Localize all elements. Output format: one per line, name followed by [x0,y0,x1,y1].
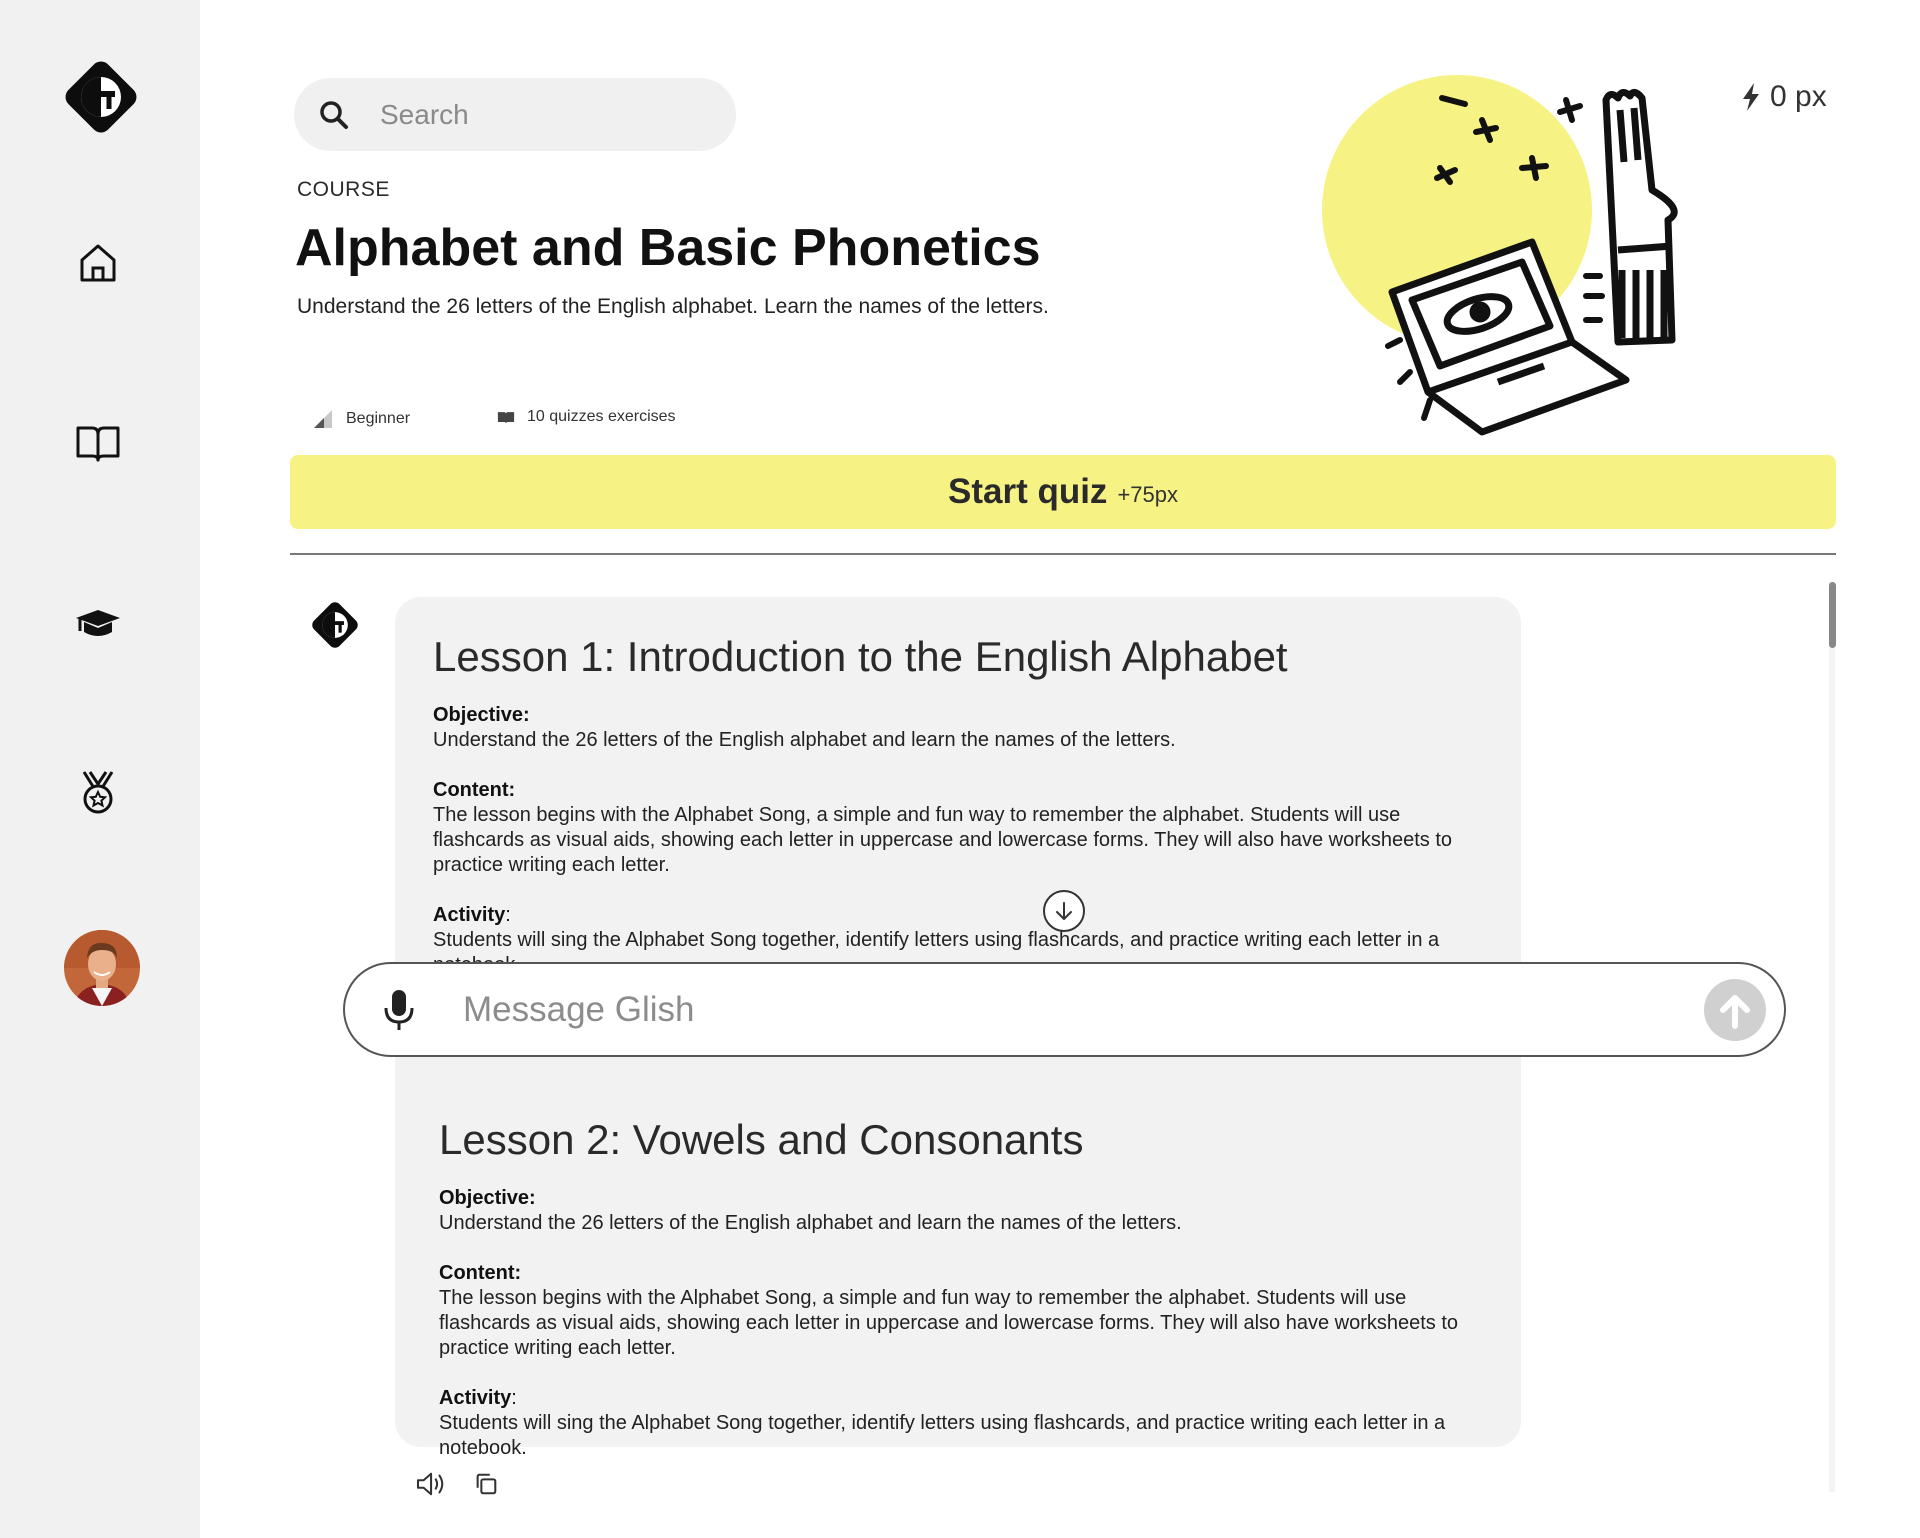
read-aloud-button[interactable] [412,1466,452,1502]
page-title: Alphabet and Basic Phonetics [295,219,1041,277]
xp-value: 0 px [1770,80,1827,113]
avatar[interactable] [64,930,140,1006]
microphone-icon[interactable] [379,988,419,1032]
exercises-text: 10 quizzes exercises [527,408,676,425]
copy-icon [476,1473,497,1495]
arrow-up-icon [1720,995,1750,1029]
activity-label-text: Activity [439,1387,512,1409]
content-label: Content: [433,779,516,801]
objective-label: Objective: [439,1187,536,1209]
scrollbar-track [1829,582,1835,1492]
activity-text: Students will sing the Alphabet Song tog… [439,1412,1446,1459]
arrow-down-icon [1056,902,1072,920]
scroll-down-button[interactable] [1043,890,1085,932]
user-avatar-image [64,930,140,1006]
search-bar[interactable] [294,78,736,151]
course-description: Understand the 26 letters of the English… [297,295,1049,318]
sidebar-item-achievements[interactable] [68,762,128,822]
home-icon [80,244,116,282]
content-label: Content: [439,1262,522,1284]
glish-logo-icon [312,602,358,648]
signal-level-icon [314,410,332,428]
start-quiz-button[interactable]: Start quiz +75px [290,455,1836,529]
laptop-illustration [1322,75,1678,436]
content-text: The lesson begins with the Alphabet Song… [439,1287,1459,1359]
graduation-cap-icon [76,610,120,636]
level-text: Beginner [346,410,411,427]
content-text: The lesson begins with the Alphabet Song… [433,804,1453,876]
level-badge: Beginner [312,408,410,430]
search-input[interactable] [380,98,720,131]
start-quiz-bonus: +75px [1117,482,1178,507]
exercises-badge: 10 quizzes exercises [497,408,676,426]
scrollbar-thumb[interactable] [1829,582,1836,648]
book-icon [76,426,120,462]
divider [290,553,1836,555]
app-logo[interactable] [62,58,140,136]
sidebar-item-home[interactable] [68,232,128,292]
objective-text: Understand the 26 letters of the English… [439,1212,1182,1234]
objective-label: Objective: [433,704,530,726]
activity-label: Activity: [433,904,511,926]
lesson-title: Lesson 2: Vowels and Consonants [439,1116,1084,1163]
message-input[interactable] [463,989,1663,1030]
speaker-icon [416,1472,444,1496]
activity-label-text: Activity [433,904,506,926]
message-composer [343,962,1786,1057]
sidebar-item-courses[interactable] [68,412,128,472]
start-quiz-label: Start quiz [947,472,1108,511]
activity-label: Activity: [439,1387,517,1409]
lightning-icon [1743,83,1759,111]
medal-icon [82,771,114,814]
sidebar [0,0,200,1538]
message-actions [412,1466,520,1502]
bot-avatar [310,600,360,650]
objective-text: Understand the 26 letters of the English… [433,729,1176,751]
book-small-icon [497,411,515,424]
sidebar-item-learning[interactable] [68,592,128,652]
search-icon [320,100,348,129]
lesson-card: Lesson 2: Vowels and Consonants Objectiv… [395,1040,1521,1459]
lesson-title: Lesson 1: Introduction to the English Al… [433,633,1288,680]
copy-button[interactable] [466,1466,506,1502]
send-button[interactable] [1704,979,1766,1041]
course-label: COURSE [297,178,390,201]
xp-counter: 0 px [1740,80,1827,114]
